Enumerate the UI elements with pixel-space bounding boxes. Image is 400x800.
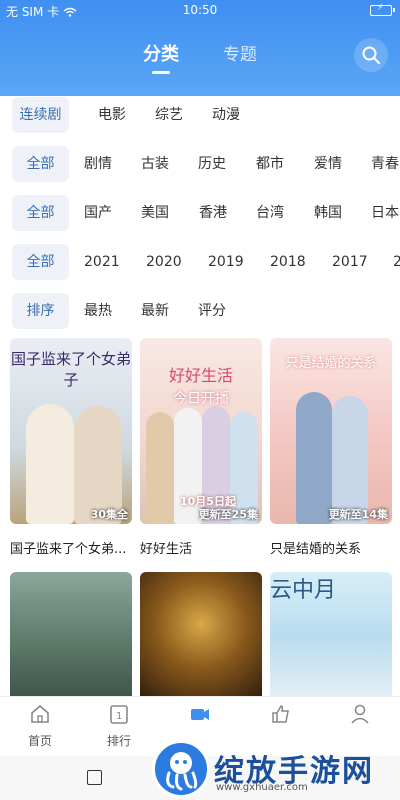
- nav-like[interactable]: [250, 703, 310, 732]
- video-icon: [191, 709, 209, 720]
- filter-sort-option[interactable]: 最新: [141, 293, 169, 329]
- user-icon: [351, 704, 369, 724]
- poster-title: 云中月: [270, 578, 337, 603]
- filter-genre-selected[interactable]: 全部: [12, 146, 69, 182]
- clock: 10:50: [182, 3, 218, 17]
- status-bar: 无 SIM 卡 10:50 ⚡: [0, 0, 400, 22]
- poster-title: 国子监来了个女弟子: [10, 350, 131, 389]
- show-poster[interactable]: 只是结婚的关系 更新至14集: [270, 338, 392, 524]
- svg-text:1: 1: [116, 711, 122, 722]
- nav-video[interactable]: [170, 703, 230, 732]
- nav-home-label: 首页: [27, 734, 52, 748]
- watermark-url: www.gxhuaer.com: [216, 782, 308, 793]
- ranking-icon: 1: [110, 705, 128, 724]
- poster-figure: [296, 392, 332, 524]
- nav-ranking[interactable]: 1 排行: [89, 703, 149, 749]
- filter-row-type: 连续剧 电影 综艺 动漫: [0, 97, 400, 133]
- watermark-logo: [152, 740, 210, 798]
- episode-badge: 更新至14集: [328, 508, 388, 521]
- filter-genre-option[interactable]: 历史: [198, 146, 226, 182]
- episode-badge: 更新至25集: [198, 508, 258, 521]
- filter-row-year: 全部 2021 2020 2019 2018 2017 2: [0, 244, 400, 280]
- filter-type-selected[interactable]: 连续剧: [12, 97, 69, 133]
- filter-type-option[interactable]: 电影: [98, 97, 126, 133]
- filter-region-option[interactable]: 美国: [141, 195, 169, 231]
- filter-genre-option[interactable]: 古装: [141, 146, 169, 182]
- search-button[interactable]: [354, 38, 388, 72]
- home-icon: [31, 704, 49, 723]
- filter-sort-option[interactable]: 评分: [198, 293, 226, 329]
- show-poster[interactable]: 好好生活 今日开播 10月5日起 更新至25集: [140, 338, 262, 524]
- filter-genre-option[interactable]: 青春: [371, 146, 399, 182]
- poster-figure: [26, 404, 74, 524]
- filter-region-option[interactable]: 香港: [199, 195, 227, 231]
- episode-badge: 30集全: [90, 508, 128, 521]
- filter-type-option[interactable]: 综艺: [155, 97, 183, 133]
- filter-region-option[interactable]: 国产: [84, 195, 112, 231]
- filter-year-option[interactable]: 2021: [84, 244, 120, 280]
- filter-genre-option[interactable]: 剧情: [84, 146, 112, 182]
- filter-genre-option[interactable]: 都市: [256, 146, 284, 182]
- tab-topics[interactable]: 专题: [223, 40, 257, 65]
- filter-year-option[interactable]: 2: [393, 244, 400, 280]
- filter-row-genre: 全部 剧情 古装 历史 都市 爱情 青春: [0, 146, 400, 182]
- octopus-icon: [166, 752, 198, 791]
- tab-category[interactable]: 分类: [143, 40, 179, 74]
- show-title[interactable]: 好好生活: [140, 538, 264, 557]
- poster-figure: [146, 412, 174, 524]
- filter-year-selected[interactable]: 全部: [12, 244, 69, 280]
- battery-icon: ⚡: [370, 3, 395, 16]
- show-poster[interactable]: 国子监来了个女弟子 30集全: [10, 338, 132, 524]
- show-poster[interactable]: 云中月: [270, 572, 392, 702]
- nav-profile[interactable]: [330, 703, 390, 732]
- filter-region-selected[interactable]: 全部: [12, 195, 69, 231]
- recent-apps-icon[interactable]: [87, 770, 102, 785]
- filter-row-region: 全部 国产 美国 香港 台湾 韩国 日本: [0, 195, 400, 231]
- thumb-icon: [272, 705, 289, 723]
- show-poster[interactable]: [10, 572, 132, 702]
- filter-type-option[interactable]: 动漫: [212, 97, 240, 133]
- nav-ranking-label: 排行: [106, 734, 131, 748]
- filter-year-option[interactable]: 2020: [146, 244, 182, 280]
- filter-region-option[interactable]: 台湾: [256, 195, 284, 231]
- search-icon: [362, 46, 380, 64]
- filter-year-option[interactable]: 2019: [208, 244, 244, 280]
- nav-home[interactable]: 首页: [10, 703, 70, 749]
- top-header: 无 SIM 卡 10:50 ⚡ 分类 专题: [0, 0, 400, 96]
- poster-title: 好好生活: [168, 366, 233, 385]
- filter-year-option[interactable]: 2017: [332, 244, 368, 280]
- show-poster[interactable]: [140, 572, 262, 702]
- show-title[interactable]: 只是结婚的关系: [270, 538, 394, 557]
- filter-sort-option[interactable]: 最热: [84, 293, 112, 329]
- filter-sort-selected[interactable]: 排序: [12, 293, 69, 329]
- watermark: 绽放手游网 www.gxhuaer.com: [152, 740, 400, 800]
- filter-genre-option[interactable]: 爱情: [314, 146, 342, 182]
- filter-year-option[interactable]: 2018: [270, 244, 306, 280]
- filter-row-sort: 排序 最热 最新 评分: [0, 293, 400, 329]
- header-tabs: 分类 专题: [0, 40, 400, 74]
- poster-figure: [332, 396, 368, 524]
- poster-title: 只是结婚的关系: [285, 356, 377, 371]
- filter-region-option[interactable]: 日本: [371, 195, 399, 231]
- filter-region-option[interactable]: 韩国: [314, 195, 342, 231]
- poster-subtitle: 今日开播: [173, 391, 229, 407]
- show-title[interactable]: 国子监来了个女弟...: [10, 538, 134, 557]
